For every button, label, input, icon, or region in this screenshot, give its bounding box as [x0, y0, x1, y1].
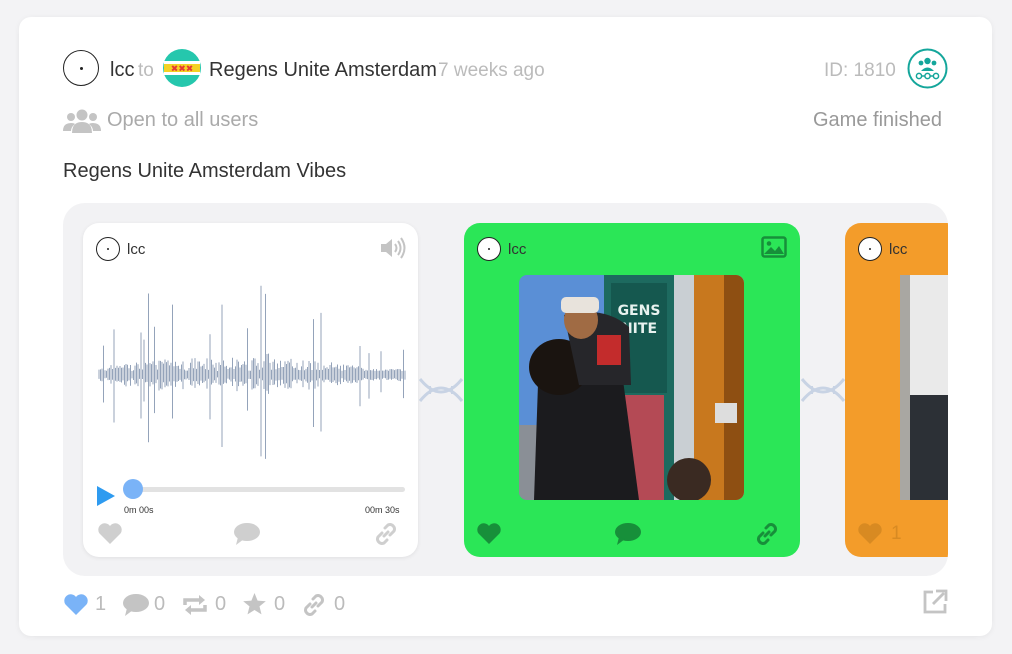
- link-icon[interactable]: [754, 521, 780, 547]
- audio-duration: 00m 30s: [365, 505, 400, 515]
- audio-bead[interactable]: lcc 0m 00s 00m 30s: [83, 223, 418, 557]
- link-icon[interactable]: [373, 521, 399, 547]
- external-link-icon[interactable]: [922, 589, 948, 615]
- status-label: Game finished: [813, 109, 942, 131]
- repost-count: 0: [215, 593, 227, 615]
- comment-icon[interactable]: [122, 593, 150, 617]
- heart-icon[interactable]: [63, 593, 89, 616]
- bead-like-count: 1: [891, 523, 902, 544]
- heart-icon[interactable]: [857, 522, 883, 545]
- svg-text:GENS: GENS: [618, 303, 661, 319]
- comment-count: 0: [154, 593, 166, 615]
- users-icon: [63, 109, 101, 133]
- link-icon[interactable]: [301, 592, 327, 618]
- bead-author-avatar[interactable]: [858, 237, 882, 261]
- comment-icon[interactable]: [614, 522, 642, 546]
- access-label: Open to all users: [107, 109, 259, 131]
- bead-author-avatar[interactable]: [477, 237, 501, 261]
- author-avatar[interactable]: [63, 50, 99, 86]
- repost-icon[interactable]: [181, 593, 209, 617]
- dna-icon: [418, 378, 464, 402]
- post-id: ID: 1810: [824, 60, 896, 81]
- post-title: Regens Unite Amsterdam Vibes: [63, 160, 347, 182]
- image-bead[interactable]: lcc GENS NITE: [464, 223, 800, 557]
- image-icon: [761, 236, 787, 258]
- bead-photo[interactable]: GENS NITE: [519, 275, 744, 500]
- rating-count: 0: [274, 593, 286, 615]
- speaker-icon: [381, 237, 406, 259]
- bead-author-name[interactable]: lcc: [127, 241, 145, 258]
- time-ago: 7 weeks ago: [438, 60, 545, 81]
- image-bead-partial[interactable]: lcc 1: [845, 223, 948, 557]
- bead-photo[interactable]: [900, 275, 948, 500]
- play-icon[interactable]: [96, 485, 116, 507]
- audio-current-time: 0m 00s: [124, 505, 154, 515]
- svg-text:✖✖✖: ✖✖✖: [171, 65, 194, 75]
- star-icon[interactable]: [242, 592, 267, 616]
- space-logo-icon[interactable]: ✖✖✖: [162, 48, 202, 88]
- like-count: 1: [95, 593, 107, 615]
- bead-author-name[interactable]: lcc: [508, 241, 526, 258]
- audio-progress-handle[interactable]: [123, 479, 143, 499]
- space-name[interactable]: Regens Unite Amsterdam: [209, 59, 437, 82]
- heart-icon[interactable]: [97, 522, 123, 545]
- bead-author-name[interactable]: lcc: [889, 241, 907, 258]
- heart-icon[interactable]: [476, 522, 502, 545]
- link-count: 0: [334, 593, 346, 615]
- post-card: lcc to ✖✖✖ Regens Unite Amsterdam 7 week…: [19, 17, 992, 636]
- to-label: to: [138, 60, 154, 81]
- bead-author-avatar[interactable]: [96, 237, 120, 261]
- audio-progress-track[interactable]: [133, 487, 405, 492]
- author-name[interactable]: lcc: [110, 59, 134, 82]
- bead-chain[interactable]: lcc 0m 00s 00m 30s lcc GENS NITE lcc 1: [63, 203, 948, 576]
- audio-waveform: [98, 285, 406, 459]
- game-icon: [907, 48, 948, 89]
- comment-icon[interactable]: [233, 522, 261, 546]
- dna-icon: [800, 378, 846, 402]
